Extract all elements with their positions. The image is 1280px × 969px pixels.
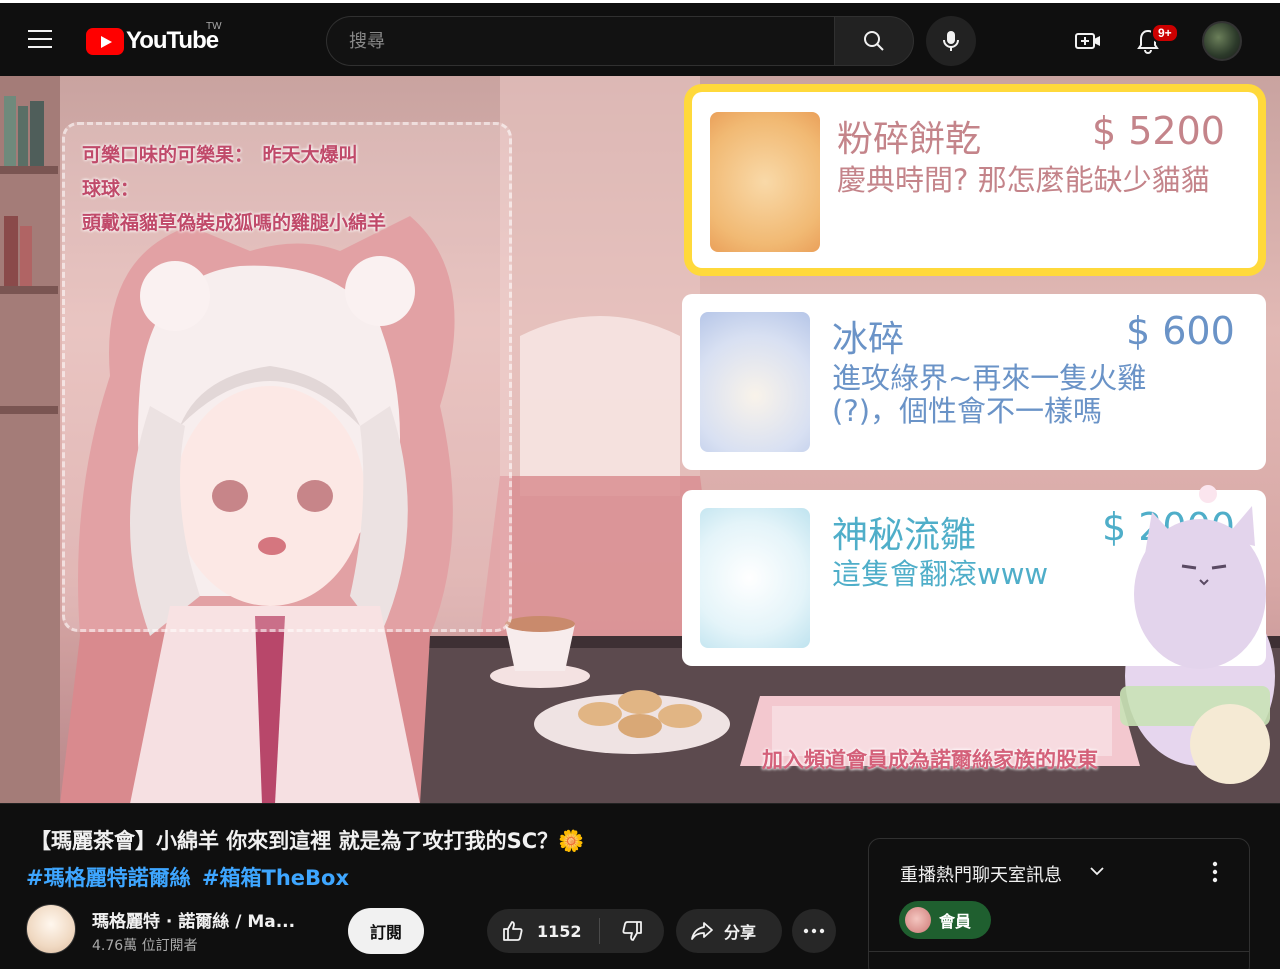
member-badge-icon [905, 907, 931, 933]
top-bar: YouTube TW 9+ [0, 0, 1280, 76]
channel-avatar[interactable] [26, 904, 76, 954]
video-title: 【瑪麗茶會】小綿羊 你來到這裡 就是為了攻打我的SC？🌼 [30, 829, 585, 853]
cat-sticker-image [710, 112, 820, 252]
menu-icon[interactable] [28, 30, 52, 48]
like-button[interactable]: 1152 [487, 909, 599, 953]
subscribe-button[interactable]: 訂閱 [348, 908, 424, 954]
superchat-amount: $ 600 [1126, 309, 1235, 353]
chat-replay-panel: 重播熱門聊天室訊息 會員 [868, 838, 1250, 969]
dislike-button[interactable] [600, 909, 664, 953]
video-player[interactable]: 可樂口味的可樂果： 昨天大爆叫 球球： 頭戴福貓草偽裝成狐嗎的雞腿小綿羊 粉碎餅… [0, 76, 1280, 804]
bird-sticker-image [700, 312, 810, 452]
superchat-message: 進攻綠界~再來一隻火雞(?)，個性會不一樣嗎 [832, 361, 1147, 428]
chat-mode-title[interactable]: 重播熱門聊天室訊息 [900, 861, 1062, 887]
more-horizontal-icon [803, 928, 825, 934]
thumbs-up-icon [503, 921, 523, 941]
subscriber-count: 4.76萬 位訂閱者 [92, 938, 198, 954]
create-button[interactable] [1066, 21, 1110, 61]
mic-icon [943, 31, 959, 51]
create-icon [1075, 33, 1100, 49]
channel-name[interactable]: 瑪格麗特 · 諾爾絲 / Ma... [92, 907, 295, 932]
thumbs-down-icon [622, 921, 642, 941]
member-banner-text: 加入頻道會員成為諾爾絲家族的股東 [762, 747, 1098, 772]
youtube-logo[interactable]: YouTube [86, 27, 219, 55]
youtube-play-icon [86, 27, 124, 55]
voice-search-button[interactable] [926, 16, 976, 66]
overlay-chat-line: 可樂口味的可樂果： 昨天大爆叫 [82, 144, 358, 166]
share-icon [691, 922, 713, 940]
superchat-amount: $ 5200 [1092, 109, 1225, 153]
search-icon [864, 31, 884, 51]
superchat-message: 慶典時間? 那怎麼能缺少貓貓 [837, 163, 1210, 197]
more-vertical-icon[interactable] [1205, 859, 1225, 885]
member-chip[interactable]: 會員 [899, 901, 991, 939]
chevron-down-icon[interactable] [1089, 866, 1105, 876]
notification-badge: 9+ [1151, 23, 1179, 43]
search-button[interactable] [834, 16, 914, 66]
overlay-chat-line: 頭戴福貓草偽裝成狐嗎的雞腿小綿羊 [82, 212, 387, 234]
hashtag-row: #瑪格麗特諾爾絲 #箱箱TheBox [26, 862, 349, 892]
region-code: TW [206, 21, 222, 32]
superchat-name: 神秘流雛 [832, 515, 977, 556]
search-input[interactable] [349, 30, 834, 52]
share-label: 分享 [724, 923, 757, 942]
overlay-chat-line: 球球： [82, 178, 140, 200]
superchat-card: 冰碎 $ 600 進攻綠界~再來一隻火雞(?)，個性會不一樣嗎 [682, 294, 1266, 470]
logo-text: YouTube [126, 27, 219, 54]
superchat-name: 冰碎 [832, 319, 905, 360]
member-chip-label: 會員 [939, 912, 972, 931]
hashtag-link[interactable]: #箱箱TheBox [202, 866, 349, 890]
like-dislike-group: 1152 [487, 909, 664, 953]
account-avatar[interactable] [1202, 21, 1242, 61]
divider [869, 951, 1249, 952]
cat-mascot-art [1134, 485, 1266, 669]
like-count: 1152 [537, 921, 582, 941]
superchat-name: 粉碎餅乾 [837, 119, 982, 160]
sheep-sticker-image [700, 508, 810, 648]
share-button[interactable]: 分享 [676, 909, 782, 953]
hashtag-link[interactable]: #瑪格麗特諾爾絲 [26, 866, 191, 890]
superchat-card: 粉碎餅乾 $ 5200 慶典時間? 那怎麼能缺少貓貓 [692, 92, 1258, 268]
search-box[interactable] [326, 16, 834, 66]
more-actions-button[interactable] [792, 909, 836, 953]
